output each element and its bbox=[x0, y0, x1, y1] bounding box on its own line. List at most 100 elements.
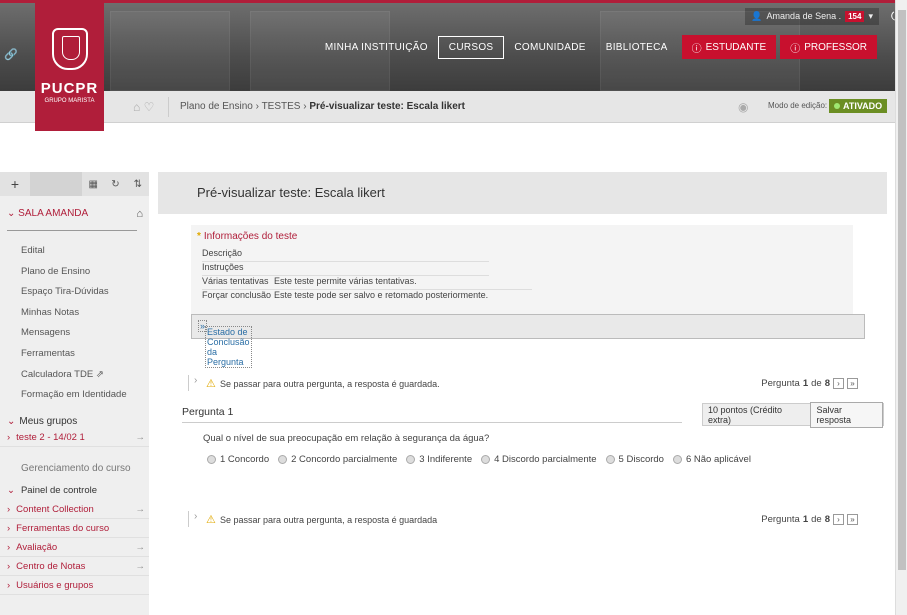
panel-item-content[interactable]: › Content Collection → bbox=[0, 500, 149, 519]
groups-header-label: Meus grupos bbox=[19, 415, 78, 427]
sidebar-item-mensagens[interactable]: Mensagens bbox=[0, 323, 149, 344]
question-header: Pergunta 1 10 pontos (Crédito extra) Sal… bbox=[182, 401, 884, 428]
option-label: 6 Não aplicável bbox=[685, 454, 751, 465]
completion-status-label: Estado de Conclusão da Pergunta bbox=[205, 326, 252, 368]
header-background bbox=[110, 11, 230, 91]
paperclip-icon[interactable]: 🔗 bbox=[4, 48, 18, 61]
panel-header[interactable]: ⌄ Painel de controle bbox=[0, 481, 149, 500]
sidebar-item-calculadora[interactable]: Calculadora TDE ⇗ bbox=[0, 365, 149, 386]
divider bbox=[7, 230, 137, 231]
notification-badge[interactable]: 154 bbox=[845, 10, 865, 22]
course-name: SALA AMANDA bbox=[18, 208, 89, 219]
user-menu[interactable]: 👤 Amanda de Sena . 154 ▾ bbox=[745, 7, 879, 25]
sidebar-item-notas[interactable]: Minhas Notas bbox=[0, 303, 149, 324]
professor-button[interactable]: ⓘ PROFESSOR bbox=[780, 35, 877, 59]
sidebar-item-espaco[interactable]: Espaço Tira-Dúvidas bbox=[0, 282, 149, 303]
option-label: 1 Concordo bbox=[220, 454, 270, 465]
option-6[interactable]: 6 Não aplicável bbox=[672, 454, 751, 465]
crest-icon bbox=[51, 28, 88, 70]
estudante-button[interactable]: ⓘ ESTUDANTE bbox=[681, 35, 777, 59]
completion-status-link[interactable]: » Estado de Conclusão da Pergunta bbox=[198, 320, 252, 368]
option-label: 2 Concordo parcialmente bbox=[291, 454, 398, 465]
nav-cursos[interactable]: CURSOS bbox=[437, 35, 505, 59]
course-menu: + ▦ ↻ ⇅ ⌄ SALA AMANDA ⌂ Edital Plano de … bbox=[0, 172, 149, 615]
radio-button[interactable] bbox=[672, 455, 682, 464]
page-title: Pré-visualizar teste: Escala likert bbox=[158, 172, 887, 214]
option-2[interactable]: 2 Concordo parcialmente bbox=[278, 454, 397, 465]
divider bbox=[168, 97, 169, 117]
logo-sub: GRUPO MARISTA bbox=[44, 98, 95, 104]
info-key: Instruções bbox=[202, 262, 244, 272]
warning-row-top: › ⚠ Se passar para outra pergunta, a res… bbox=[188, 375, 858, 395]
scrollbar-thumb[interactable] bbox=[898, 10, 906, 570]
next-page-button[interactable]: › bbox=[833, 514, 844, 525]
points-box: 10 pontos (Crédito extra) Salvar respost… bbox=[702, 401, 884, 428]
answer-options: 1 Concordo 2 Concordo parcialmente 3 Ind… bbox=[207, 454, 751, 465]
option-label: 4 Discordo parcialmente bbox=[494, 454, 597, 465]
option-1[interactable]: 1 Concordo bbox=[207, 454, 269, 465]
radio-button[interactable] bbox=[481, 455, 491, 464]
last-page-button[interactable]: » bbox=[847, 378, 858, 389]
question-text: Qual o nível de sua preocupação em relaç… bbox=[203, 433, 490, 444]
warning-row-bottom: › ⚠ Se passar para outra pergunta, a res… bbox=[188, 511, 858, 531]
option-4[interactable]: 4 Discordo parcialmente bbox=[481, 454, 597, 465]
panel-item-label: Content Collection bbox=[16, 503, 94, 515]
breadcrumb-testes[interactable]: TESTES bbox=[262, 101, 301, 112]
eye-icon[interactable]: ◉ bbox=[738, 100, 748, 114]
radio-button[interactable] bbox=[605, 455, 615, 464]
info-value: Este teste permite várias tentativas. bbox=[274, 276, 417, 286]
sidebar-item-edital[interactable]: Edital bbox=[0, 241, 149, 262]
save-answer-button[interactable]: Salvar resposta bbox=[810, 401, 883, 428]
warning-text: Se passar para outra pergunta, a respost… bbox=[220, 379, 440, 389]
home-icon[interactable]: ⌂ bbox=[136, 208, 143, 220]
panel-item-label: Ferramentas do curso bbox=[16, 522, 110, 534]
panel-item-usuarios[interactable]: › Usuários e grupos bbox=[0, 576, 149, 595]
info-row: Descrição bbox=[202, 248, 489, 262]
pucpr-logo[interactable]: PUCPR GRUPO MARISTA bbox=[35, 0, 104, 131]
panel-item-ferramentas[interactable]: › Ferramentas do curso bbox=[0, 519, 149, 538]
panel-item-avaliacao[interactable]: › Avaliação → bbox=[0, 538, 149, 557]
sidebar-item-formacao[interactable]: Formação em Identidade bbox=[0, 385, 149, 406]
chevron-right-icon[interactable]: › bbox=[188, 375, 197, 391]
breadcrumb-plano[interactable]: Plano de Ensino bbox=[180, 101, 253, 112]
radio-button[interactable] bbox=[406, 455, 416, 464]
warning-icon: ⚠ bbox=[206, 514, 216, 526]
help-circle-icon: ⓘ bbox=[691, 43, 702, 55]
option-label: 5 Discordo bbox=[618, 454, 664, 465]
option-3[interactable]: 3 Indiferente bbox=[406, 454, 472, 465]
arrow-right-icon: → bbox=[135, 541, 146, 553]
edit-mode-toggle[interactable]: ATIVADO bbox=[829, 99, 888, 113]
info-title-label: Informações do teste bbox=[203, 231, 298, 242]
next-page-button[interactable]: › bbox=[833, 378, 844, 389]
sort-icon[interactable]: ⇅ bbox=[127, 179, 149, 190]
home-icon[interactable]: ⌂ ♡ bbox=[133, 100, 154, 114]
group-item[interactable]: › teste 2 - 14/02 1 → bbox=[0, 428, 149, 447]
info-row: Várias tentativas Este teste permite vári… bbox=[202, 276, 532, 290]
add-icon[interactable]: + bbox=[0, 176, 30, 192]
chevron-down-icon[interactable]: ▾ bbox=[868, 11, 873, 22]
chevron-down-icon: ⌄ bbox=[7, 415, 16, 427]
course-title[interactable]: ⌄ SALA AMANDA ⌂ bbox=[0, 196, 149, 226]
nav-biblioteca[interactable]: BIBLIOTECA bbox=[596, 37, 678, 58]
refresh-icon[interactable]: ↻ bbox=[104, 179, 126, 190]
breadcrumb-current: Pré-visualizar teste: Escala likert bbox=[309, 101, 465, 112]
panel-item-label: Centro de Notas bbox=[16, 560, 86, 572]
top-header: 🔗 👤 Amanda de Sena . 154 ▾ ⏻ MINHA INSTI… bbox=[0, 0, 907, 91]
nav-comunidade[interactable]: COMUNIDADE bbox=[504, 37, 595, 58]
nav-minha-instituicao[interactable]: MINHA INSTITUIÇÃO bbox=[315, 37, 438, 58]
option-5[interactable]: 5 Discordo bbox=[605, 454, 664, 465]
chevron-right-icon[interactable]: › bbox=[188, 511, 197, 527]
chevron-right-icon: › bbox=[7, 503, 11, 515]
groups-header[interactable]: ⌄ Meus grupos bbox=[0, 406, 149, 428]
folder-icon[interactable]: ▦ bbox=[82, 179, 104, 190]
radio-button[interactable] bbox=[278, 455, 288, 464]
panel-item-notas[interactable]: › Centro de Notas → bbox=[0, 557, 149, 576]
sidebar-item-ferramentas[interactable]: Ferramentas bbox=[0, 344, 149, 365]
sidebar-item-plano[interactable]: Plano de Ensino bbox=[0, 262, 149, 283]
radio-button[interactable] bbox=[207, 455, 216, 464]
last-page-button[interactable]: » bbox=[847, 514, 858, 525]
pagination: Pergunta 1 de 8 › » bbox=[761, 378, 858, 389]
page-number: 1 bbox=[802, 378, 809, 389]
scrollbar[interactable] bbox=[895, 0, 907, 615]
external-link-icon: ⇗ bbox=[95, 368, 104, 380]
